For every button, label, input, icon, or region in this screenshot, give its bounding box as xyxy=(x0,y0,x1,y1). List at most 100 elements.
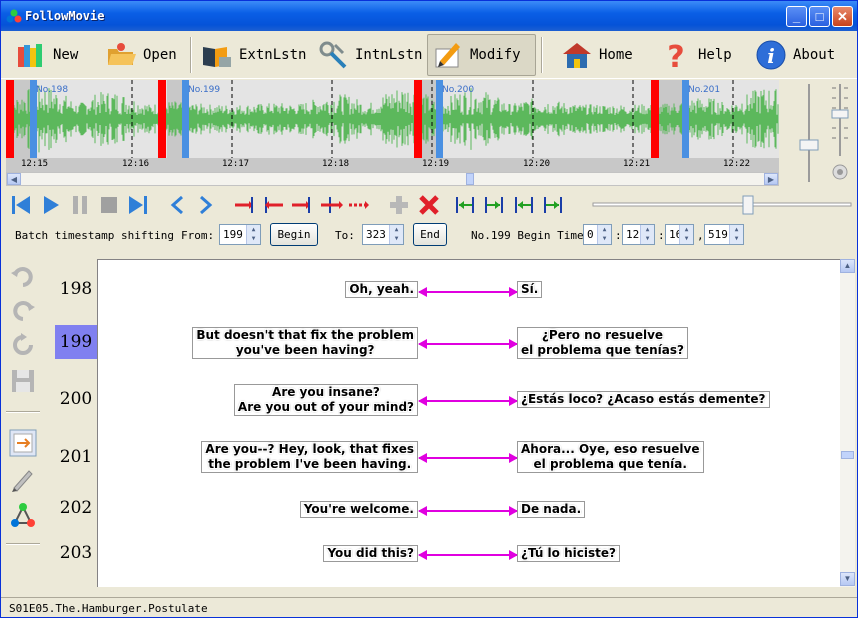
segment-label: No.201 xyxy=(688,85,720,95)
link-arrow xyxy=(418,550,518,560)
spinner-arrows[interactable]: ▲ ▼ xyxy=(246,225,260,244)
row-number[interactable]: 203 xyxy=(55,536,97,570)
time-separator: : xyxy=(658,229,665,242)
spinner-arrows[interactable]: ▲ ▼ xyxy=(679,225,693,244)
insert-subtitle-icon[interactable] xyxy=(9,429,37,457)
main-window: FollowMovie _ □ ✕ New Open ExtnLstn Intn… xyxy=(0,0,858,618)
minute-spinner[interactable]: 12 ▲ ▼ xyxy=(622,224,655,245)
status-filename: S01E05.The.Hamburger.Postulate xyxy=(9,602,208,615)
main-toolbar: New Open ExtnLstn IntnLstn Modify Home ?… xyxy=(1,31,857,79)
spanish-subtitle[interactable]: ¿Pero no resuelve el problema que tenías… xyxy=(517,327,688,359)
align-end-left-icon[interactable] xyxy=(512,193,536,217)
save-icon[interactable] xyxy=(9,367,37,395)
from-spinner[interactable]: 199 ▲ ▼ xyxy=(219,224,261,245)
next-subtitle-icon[interactable] xyxy=(193,193,217,217)
spanish-subtitle[interactable]: De nada. xyxy=(517,501,586,518)
internal-listen-icon xyxy=(319,41,347,69)
subtitle-scrollbar[interactable]: ▲ ▼ xyxy=(840,259,855,587)
batch-label: Batch timestamp shifting xyxy=(15,229,174,242)
minimize-button[interactable]: _ xyxy=(786,6,807,27)
status-bar: S01E05.The.Hamburger.Postulate xyxy=(1,597,857,617)
move-end-icon[interactable] xyxy=(319,193,343,217)
set-begin-icon[interactable] xyxy=(233,193,257,217)
link-arrow xyxy=(418,396,518,406)
extend-end-icon[interactable] xyxy=(347,193,371,217)
add-subtitle-icon[interactable] xyxy=(387,193,411,217)
move-begin-icon[interactable] xyxy=(261,193,285,217)
waveform-scrollbar[interactable]: ◀ ▶ xyxy=(6,172,779,186)
align-begin-left-icon[interactable] xyxy=(453,193,477,217)
side-toolbar xyxy=(6,259,41,589)
subtitle-pairs-canvas[interactable]: Oh, yeah. Sí. But doesn't that fix the p… xyxy=(97,259,840,587)
row-number[interactable]: 200 xyxy=(55,382,97,416)
end-marker xyxy=(414,80,422,158)
redo-icon[interactable] xyxy=(9,297,37,325)
begin-button[interactable]: Begin xyxy=(270,223,318,246)
volume-slider[interactable] xyxy=(829,80,851,186)
english-subtitle[interactable]: You did this? xyxy=(323,545,418,562)
english-subtitle[interactable]: Are you--? Hey, look, that fixes the pro… xyxy=(201,441,418,473)
link-arrow xyxy=(418,506,518,516)
time-separator: : xyxy=(615,229,622,242)
english-subtitle[interactable]: But doesn't that fix the problem you've … xyxy=(192,327,418,359)
spanish-subtitle[interactable]: ¿Tú lo hiciste? xyxy=(517,545,620,562)
scroll-thumb[interactable] xyxy=(841,451,854,459)
network-icon[interactable] xyxy=(9,501,37,529)
scroll-right-button[interactable]: ▶ xyxy=(764,173,778,185)
spinner-arrows[interactable]: ▲ ▼ xyxy=(729,225,743,244)
prev-subtitle-icon[interactable] xyxy=(166,193,190,217)
open-button[interactable]: Open xyxy=(101,34,181,76)
set-end-icon[interactable] xyxy=(290,193,314,217)
waveform-view[interactable]: No.198 No.199 No.200 No.201 12:15 12:16 12:17 1… xyxy=(6,80,779,172)
stop-icon[interactable] xyxy=(97,193,121,217)
refresh-icon[interactable] xyxy=(9,331,37,359)
spanish-subtitle[interactable]: Sí. xyxy=(517,281,543,298)
english-subtitle[interactable]: Oh, yeah. xyxy=(345,281,418,298)
to-spinner[interactable]: 323 ▲ ▼ xyxy=(362,224,404,245)
scroll-up-button[interactable]: ▲ xyxy=(840,259,855,273)
title-bar[interactable]: FollowMovie _ □ ✕ xyxy=(1,1,857,31)
home-button[interactable]: Home xyxy=(557,34,637,76)
second-spinner[interactable]: 16 ▲ ▼ xyxy=(665,224,694,245)
vertical-zoom-slider[interactable] xyxy=(798,80,820,186)
intnlstn-button[interactable]: IntnLstn xyxy=(313,34,426,76)
end-button[interactable]: End xyxy=(413,223,447,246)
seek-slider[interactable] xyxy=(591,193,853,217)
time-label: 12:17 xyxy=(222,159,249,169)
new-button[interactable]: New xyxy=(11,34,82,76)
row-number-selected[interactable]: 199 xyxy=(55,325,97,359)
spanish-subtitle[interactable]: Ahora... Oye, eso resuelve el problema q… xyxy=(517,441,704,473)
help-button[interactable]: ? Help xyxy=(656,34,736,76)
spinner-arrows[interactable]: ▲ ▼ xyxy=(389,225,403,244)
spinner-arrows[interactable]: ▲ ▼ xyxy=(640,225,654,244)
maximize-button[interactable]: □ xyxy=(809,6,830,27)
row-number[interactable]: 201 xyxy=(55,440,97,474)
spanish-subtitle[interactable]: ¿Estás loco? ¿Acaso estás demente? xyxy=(517,391,770,408)
row-number[interactable]: 202 xyxy=(55,491,97,525)
align-begin-right-icon[interactable] xyxy=(482,193,506,217)
modify-button[interactable]: Modify xyxy=(427,34,536,76)
skip-back-icon[interactable] xyxy=(9,193,33,217)
undo-icon[interactable] xyxy=(9,263,37,291)
scroll-thumb[interactable] xyxy=(466,173,474,185)
align-end-right-icon[interactable] xyxy=(541,193,565,217)
millisecond-spinner[interactable]: 519 ▲ ▼ xyxy=(704,224,744,245)
spinner-arrows[interactable]: ▲ ▼ xyxy=(597,225,611,244)
hour-spinner[interactable]: 0 ▲ ▼ xyxy=(583,224,612,245)
pause-icon[interactable] xyxy=(68,193,92,217)
row-number[interactable]: 198 xyxy=(55,272,97,306)
segment-label: No.199 xyxy=(188,85,220,95)
english-subtitle[interactable]: Are you insane? Are you out of your mind… xyxy=(233,384,418,416)
scroll-down-button[interactable]: ▼ xyxy=(840,572,855,586)
skip-forward-icon[interactable] xyxy=(126,193,150,217)
close-button[interactable]: ✕ xyxy=(832,6,853,27)
scroll-left-button[interactable]: ◀ xyxy=(7,173,21,185)
from-label: From: xyxy=(181,229,215,242)
extnlstn-button[interactable]: ExtnLstn xyxy=(197,34,310,76)
about-button[interactable]: i About xyxy=(751,34,839,76)
edit-pencil-icon[interactable] xyxy=(9,465,37,493)
delete-subtitle-icon[interactable] xyxy=(417,193,441,217)
play-icon[interactable] xyxy=(39,193,63,217)
english-subtitle[interactable]: You're welcome. xyxy=(299,501,418,518)
subtitle-number-column: 198 199 200 201 202 203 xyxy=(55,259,97,587)
